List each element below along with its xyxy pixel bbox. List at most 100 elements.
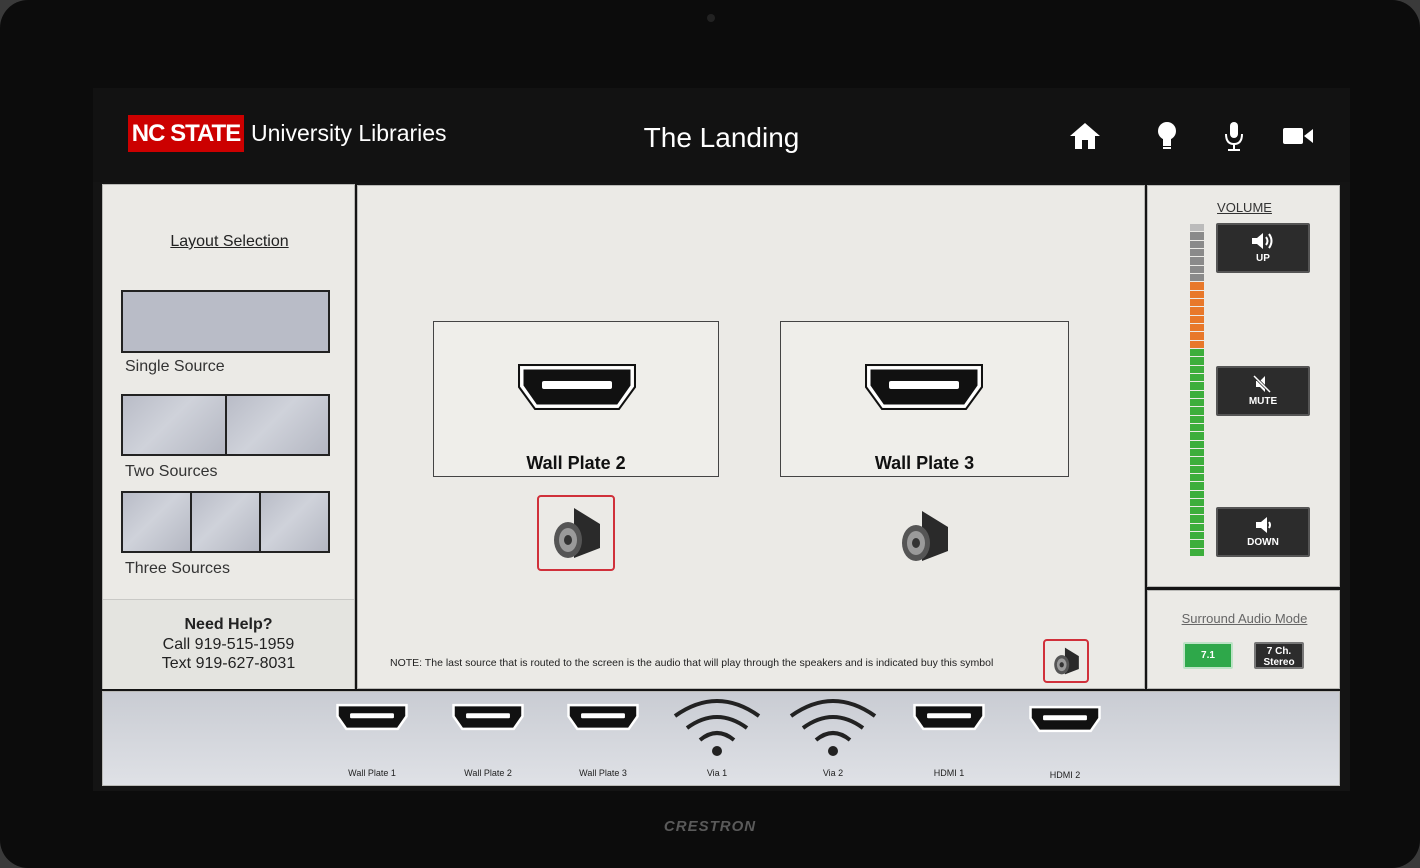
- speaker-icon: [902, 511, 948, 561]
- wifi-icon: [673, 699, 761, 756]
- crestron-logo: CRESTRON: [663, 818, 757, 835]
- volume-meter-segment: [1190, 523, 1204, 532]
- hdmi-icon: [336, 703, 408, 731]
- volume-meter-segment: [1190, 365, 1204, 373]
- volume-meter-segment: [1190, 540, 1204, 548]
- volume-panel: VOLUME UP MUTE DOWN: [1147, 185, 1340, 587]
- touch-screen: NC STATE University Libraries The Landin…: [93, 88, 1350, 791]
- display-window-2[interactable]: Wall Plate 3: [780, 321, 1069, 477]
- surround-7ch-stereo-button[interactable]: 7 Ch. Stereo: [1254, 642, 1304, 669]
- hdmi-icon: [567, 703, 639, 731]
- mute-button[interactable]: MUTE: [1216, 366, 1310, 416]
- help-phone-text: Text 919-627-8031: [161, 655, 296, 672]
- volume-down-button[interactable]: DOWN: [1216, 507, 1310, 557]
- source-via-2[interactable]: Via 2: [783, 694, 883, 778]
- volume-meter-segment: [1190, 448, 1204, 457]
- volume-meter: [1190, 224, 1204, 557]
- hdmi-icon: [1029, 705, 1101, 733]
- source-label: HDMI 1: [933, 768, 965, 778]
- help-phone-call: Call 919-515-1959: [162, 636, 295, 653]
- volume-meter-segment: [1190, 315, 1204, 323]
- stereo-label-line1: 7 Ch.: [1266, 646, 1292, 657]
- volume-meter-segment: [1190, 465, 1204, 473]
- layout-three-sources-label: Three Sources: [125, 560, 230, 577]
- layout-cell: [192, 493, 259, 551]
- display-window-label: Wall Plate 2: [526, 453, 626, 473]
- source-selection-bar: Wall Plate 1 Wall Plate 2 Wall Plate 3 V…: [102, 691, 1340, 786]
- header-bar: NC STATE University Libraries The Landin…: [93, 88, 1350, 182]
- volume-meter-segment: [1190, 357, 1204, 365]
- audio-note: NOTE: The last source that is routed to …: [390, 657, 994, 669]
- source-via-1[interactable]: Via 1: [667, 694, 767, 778]
- source-label: HDMI 2: [1049, 770, 1081, 780]
- home-icon[interactable]: [1065, 118, 1105, 154]
- lightbulb-icon[interactable]: [1147, 118, 1187, 154]
- source-label: Via 1: [706, 768, 728, 778]
- volume-meter-segment: [1190, 298, 1204, 307]
- audio-select-button-2[interactable]: [885, 498, 963, 574]
- volume-meter-segment: [1190, 482, 1204, 490]
- layout-two-sources-button[interactable]: [121, 394, 330, 456]
- volume-meter-segment: [1190, 232, 1204, 240]
- volume-meter-segment: [1190, 415, 1204, 423]
- speaker-volume-down-icon: [1256, 517, 1271, 533]
- layout-cell: [123, 292, 328, 351]
- source-wall-plate-3[interactable]: Wall Plate 3: [553, 702, 653, 778]
- volume-up-button[interactable]: UP: [1216, 223, 1310, 273]
- surround-title: Surround Audio Mode: [1181, 611, 1308, 626]
- volume-up-label: UP: [1256, 253, 1270, 264]
- volume-meter-segment: [1190, 473, 1204, 482]
- volume-down-label: DOWN: [1247, 537, 1279, 548]
- speaker-icon: [1054, 647, 1079, 675]
- display-window-label: Wall Plate 3: [874, 453, 975, 473]
- stereo-label-line2: Stereo: [1263, 657, 1295, 668]
- hdmi-icon: [865, 364, 983, 410]
- volume-meter-segment: [1190, 348, 1204, 357]
- volume-meter-segment: [1190, 340, 1204, 348]
- display-window-1[interactable]: Wall Plate 2: [433, 321, 719, 477]
- video-camera-icon[interactable]: [1278, 118, 1318, 154]
- hdmi-icon: [518, 364, 636, 410]
- volume-meter-segment: [1190, 532, 1204, 540]
- volume-meter-segment: [1190, 398, 1204, 407]
- volume-meter-segment: [1190, 407, 1204, 415]
- volume-meter-segment: [1190, 240, 1204, 248]
- layout-two-sources-label: Two Sources: [125, 463, 218, 480]
- source-wall-plate-2[interactable]: Wall Plate 2: [438, 702, 538, 778]
- layout-cell: [123, 396, 225, 454]
- note-speaker-symbol: [1043, 639, 1089, 683]
- speaker-mute-icon: [1252, 374, 1272, 394]
- source-wall-plate-1[interactable]: Wall Plate 1: [322, 702, 422, 778]
- volume-meter-segment: [1190, 507, 1204, 515]
- source-label: Wall Plate 1: [348, 768, 396, 778]
- volume-meter-segment: [1190, 548, 1204, 557]
- speaker-volume-up-icon: [1252, 233, 1273, 249]
- layout-single-source-button[interactable]: [121, 290, 330, 353]
- mute-label: MUTE: [1248, 396, 1278, 407]
- source-hdmi-2[interactable]: HDMI 2: [1015, 704, 1115, 780]
- volume-meter-segment: [1190, 457, 1204, 465]
- audio-select-button-1[interactable]: [537, 495, 615, 571]
- layout-three-sources-button[interactable]: [121, 491, 330, 553]
- volume-meter-segment: [1190, 498, 1204, 507]
- source-label: Wall Plate 2: [464, 768, 512, 778]
- microphone-icon[interactable]: [1214, 118, 1254, 154]
- help-title: Need Help?: [184, 616, 273, 633]
- volume-meter-segment: [1190, 257, 1204, 265]
- volume-meter-segment: [1190, 224, 1204, 232]
- help-box: Need Help? Call 919-515-1959 Text 919-62…: [103, 599, 354, 689]
- volume-meter-segment: [1190, 332, 1204, 340]
- volume-meter-segment: [1190, 265, 1204, 273]
- speaker-icon: [554, 508, 600, 558]
- source-hdmi-1[interactable]: HDMI 1: [899, 702, 999, 778]
- layout-selection-panel: Layout Selection Single Source Two Sourc…: [102, 184, 355, 689]
- volume-meter-segment: [1190, 273, 1204, 282]
- source-label: Via 2: [822, 768, 844, 778]
- volume-meter-segment: [1190, 248, 1204, 257]
- surround-7-1-button[interactable]: 7.1: [1183, 642, 1233, 669]
- layout-selection-heading: Layout Selection: [170, 233, 289, 250]
- volume-meter-segment: [1190, 282, 1204, 290]
- volume-meter-segment: [1190, 515, 1204, 523]
- surround-audio-panel: Surround Audio Mode 7.1 7 Ch. Stereo: [1147, 590, 1340, 689]
- volume-meter-segment: [1190, 382, 1204, 390]
